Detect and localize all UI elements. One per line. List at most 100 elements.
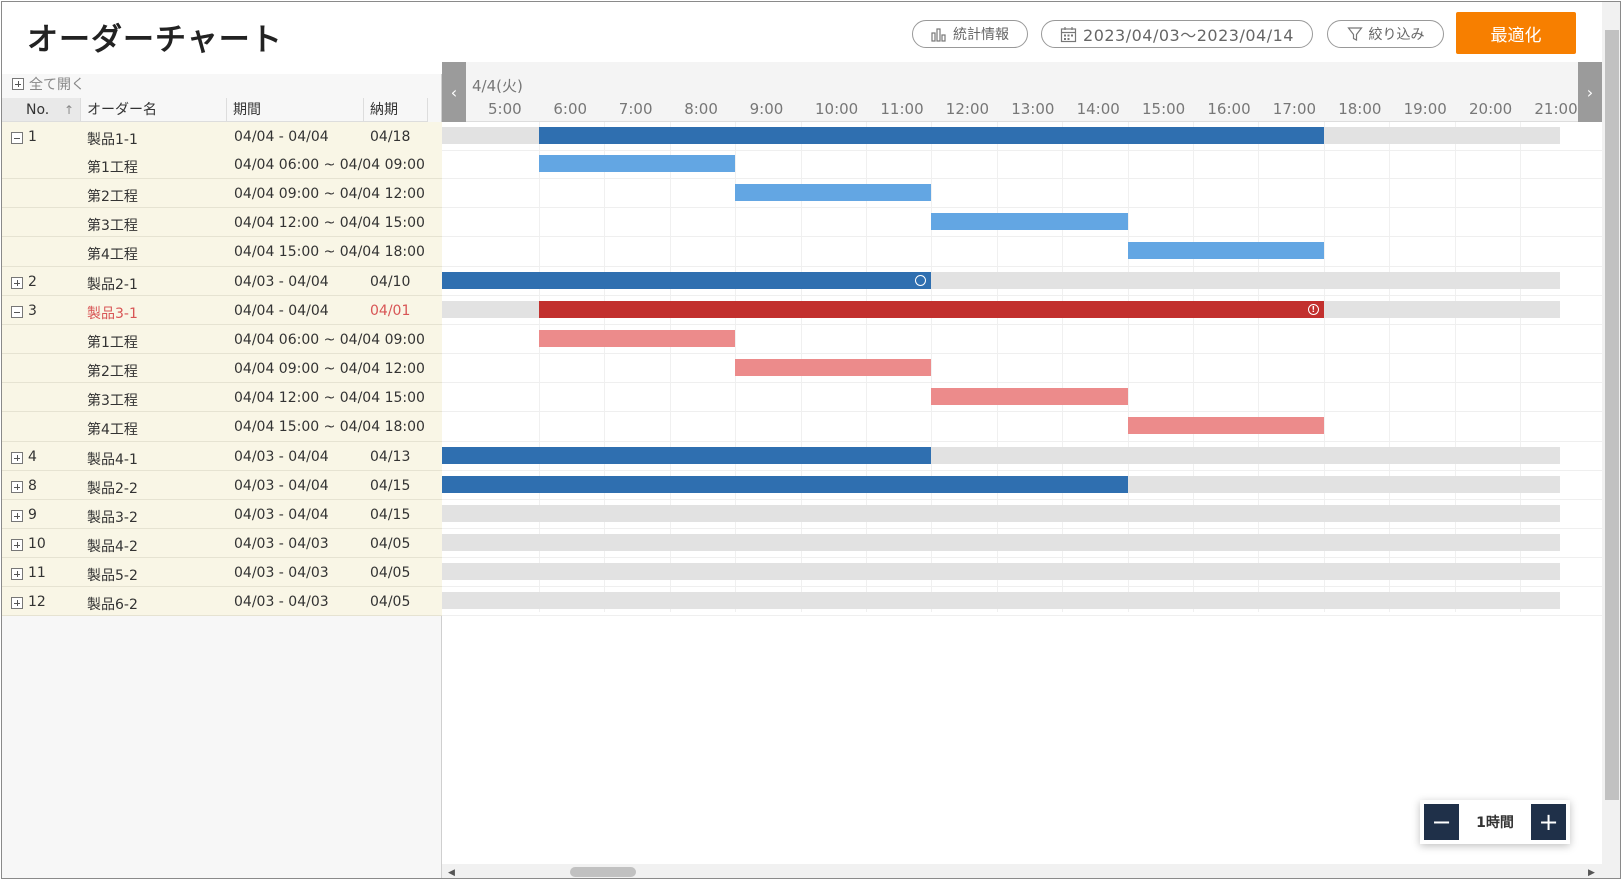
step-row[interactable]: 第2工程 04/04 09:00 ~ 04/04 12:00 [2, 179, 442, 208]
order-row[interactable]: 9 製品3-2 04/03 - 04/04 04/15 [2, 500, 442, 529]
order-row[interactable]: 12 製品6-2 04/03 - 04/03 04/05 [2, 587, 442, 616]
row-name: 製品3-2 [87, 510, 138, 526]
timeline-hour-label: 20:00 [1469, 100, 1513, 118]
gantt-bar[interactable] [442, 447, 932, 464]
gantt-bar[interactable] [931, 388, 1128, 405]
vertical-scroll-thumb[interactable] [1605, 30, 1619, 800]
order-row[interactable]: 8 製品2-2 04/03 - 04/04 04/15 [2, 471, 442, 500]
timeline-hour-label: 18:00 [1338, 100, 1382, 118]
scroll-left-icon[interactable]: ◀ [448, 868, 455, 878]
sort-ascending-icon: ↑ [64, 103, 75, 117]
expand-row-icon[interactable] [11, 481, 23, 493]
date-range-button[interactable]: 2023/04/03〜2023/04/14 [1041, 20, 1313, 48]
gantt-bar[interactable] [539, 330, 736, 347]
step-row[interactable]: 第3工程 04/04 12:00 ~ 04/04 15:00 [2, 383, 442, 412]
row-toggle[interactable] [11, 306, 23, 322]
horizontal-scroll-thumb[interactable] [570, 867, 636, 877]
lock-icon [915, 275, 927, 286]
row-name: 製品2-2 [87, 481, 138, 497]
row-name: 製品5-2 [87, 568, 138, 584]
row-name: 製品4-2 [87, 539, 138, 555]
chevron-left-icon: ‹ [450, 82, 458, 102]
gantt-bar[interactable] [539, 155, 736, 172]
gantt-bar[interactable] [931, 213, 1128, 230]
gantt-bar[interactable] [735, 359, 932, 376]
step-row[interactable]: 第4工程 04/04 15:00 ~ 04/04 18:00 [2, 237, 442, 267]
filter-button[interactable]: 絞り込み [1327, 20, 1444, 48]
order-row[interactable]: 4 製品4-1 04/03 - 04/04 04/13 [2, 442, 442, 471]
row-name: 第1工程 [87, 160, 138, 176]
zoom-control: − 1時間 + [1420, 800, 1570, 844]
column-header-due[interactable]: 納期 [364, 98, 428, 122]
order-row[interactable]: 3 製品3-1 04/04 - 04/04 04/01 [2, 296, 442, 325]
horizontal-scrollbar[interactable]: ◀ ▶ [442, 864, 1602, 878]
chevron-right-icon: › [1586, 82, 1594, 102]
expand-row-icon[interactable] [11, 452, 23, 464]
column-header-period[interactable]: 期間 [227, 98, 364, 122]
gantt-bar[interactable] [1127, 242, 1324, 259]
expand-row-icon[interactable] [11, 510, 23, 522]
row-no: 3 [28, 303, 37, 319]
column-header-name[interactable]: オーダー名 [81, 98, 227, 122]
timeline-prev-button[interactable]: ‹ [442, 62, 466, 122]
gantt-background-bar [442, 505, 1560, 522]
filter-label: 絞り込み [1368, 27, 1425, 43]
row-due: 04/05 [370, 594, 411, 610]
timeline-header: 4/4(火) 5:00 6:00 7:00 8:00 9:00 10:00 11:00 12:… [442, 62, 1602, 122]
row-toggle[interactable] [11, 481, 23, 497]
row-toggle[interactable] [11, 568, 23, 584]
row-due: 04/05 [370, 536, 411, 552]
step-row[interactable]: 第3工程 04/04 12:00 ~ 04/04 15:00 [2, 208, 442, 237]
collapse-row-icon[interactable] [11, 132, 23, 144]
expand-row-icon[interactable] [11, 539, 23, 551]
step-row[interactable]: 第1工程 04/04 06:00 ~ 04/04 09:00 [2, 325, 442, 354]
gantt-bar[interactable] [1127, 417, 1324, 434]
expand-row-icon[interactable] [11, 568, 23, 580]
order-row[interactable]: 11 製品5-2 04/03 - 04/03 04/05 [2, 558, 442, 587]
gantt-bar[interactable]: ! [539, 301, 1324, 318]
gantt-bar[interactable] [735, 184, 932, 201]
order-row[interactable]: 1 製品1-1 04/04 - 04/04 04/18 [2, 122, 442, 151]
row-toggle[interactable] [11, 277, 23, 293]
timeline-date: 4/4(火) [472, 77, 523, 95]
row-period: 04/03 - 04/04 [234, 507, 329, 523]
column-header-no[interactable]: No. ↑ [2, 98, 81, 122]
zoom-in-button[interactable]: + [1531, 804, 1566, 840]
row-period: 04/04 - 04/04 [234, 303, 329, 319]
row-name: 製品2-1 [87, 277, 138, 293]
row-toggle[interactable] [11, 539, 23, 555]
order-row[interactable]: 2 製品2-1 04/03 - 04/04 04/10 [2, 267, 442, 296]
gantt-bar[interactable] [539, 127, 1324, 144]
step-row[interactable]: 第1工程 04/04 06:00 ~ 04/04 09:00 [2, 150, 442, 179]
vertical-scrollbar[interactable] [1602, 2, 1620, 878]
gantt-bar[interactable] [442, 476, 1128, 493]
row-toggle[interactable] [11, 510, 23, 526]
timeline-next-button[interactable]: › [1578, 62, 1602, 122]
order-row[interactable]: 10 製品4-2 04/03 - 04/03 04/05 [2, 529, 442, 558]
row-due: 04/05 [370, 565, 411, 581]
row-toggle[interactable] [11, 597, 23, 613]
optimize-button[interactable]: 最適化 [1456, 12, 1576, 54]
expand-row-icon[interactable] [11, 597, 23, 609]
collapse-row-icon[interactable] [11, 306, 23, 318]
step-row[interactable]: 第4工程 04/04 15:00 ~ 04/04 18:00 [2, 412, 442, 442]
row-toggle[interactable] [11, 452, 23, 468]
step-row[interactable]: 第2工程 04/04 09:00 ~ 04/04 12:00 [2, 354, 442, 383]
expand-all-button[interactable]: 全て開く [12, 74, 85, 94]
row-toggle[interactable] [11, 132, 23, 148]
row-no: 2 [28, 274, 37, 290]
row-period: 04/04 15:00 ~ 04/04 18:00 [234, 419, 425, 435]
plus-square-icon [12, 78, 24, 90]
stats-button[interactable]: 統計情報 [912, 20, 1028, 48]
row-due: 04/15 [370, 507, 411, 523]
gantt-bar[interactable] [442, 272, 932, 289]
row-period: 04/04 06:00 ~ 04/04 09:00 [234, 157, 425, 173]
zoom-out-button[interactable]: − [1424, 804, 1459, 840]
scroll-right-icon[interactable]: ▶ [1588, 868, 1595, 878]
row-name: 製品3-1 [87, 306, 138, 322]
row-name: 製品4-1 [87, 452, 138, 468]
bar-chart-icon [931, 28, 946, 42]
gantt-background-bar [442, 592, 1560, 609]
row-no: 9 [28, 507, 37, 523]
expand-row-icon[interactable] [11, 277, 23, 289]
